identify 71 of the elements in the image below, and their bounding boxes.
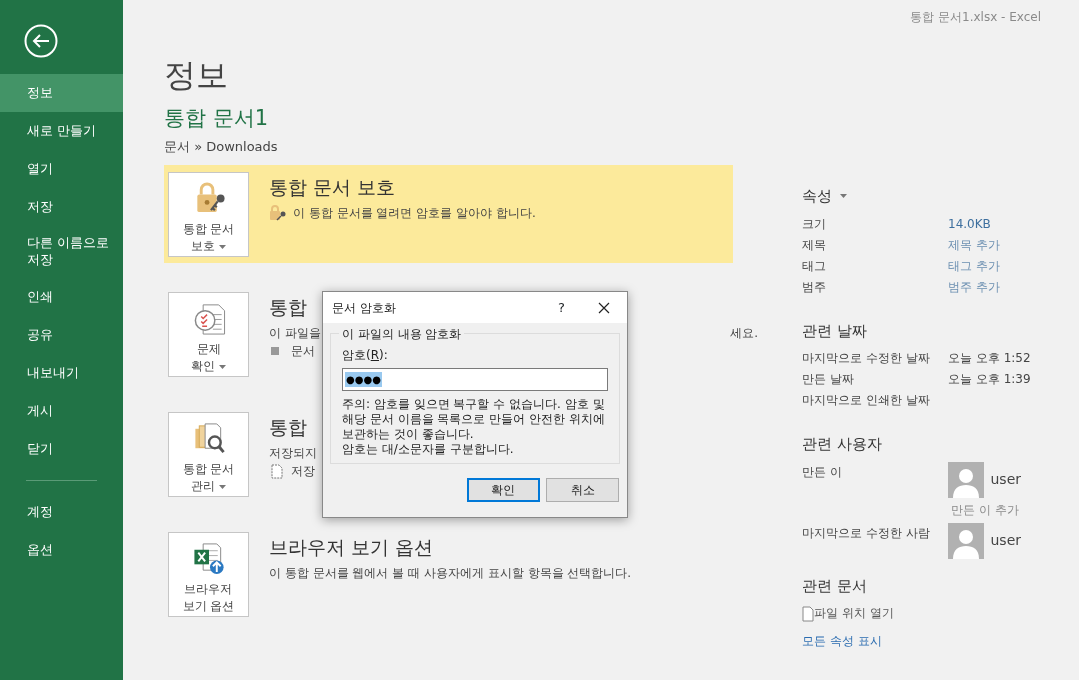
sidebar-item[interactable]: 게시 [0,392,123,430]
window-title: 통합 문서1.xlsx - Excel [910,9,1041,26]
property-label: 크기 [802,215,827,233]
property-label: 태그 [802,257,827,275]
ok-button[interactable]: 확인 [466,478,540,502]
password-field[interactable]: ●●●● [342,368,608,391]
section-description: 이 파일을 [269,324,321,342]
back-button[interactable] [24,24,58,58]
open-file-location-link[interactable]: 파일 위치 열기 [814,603,894,624]
section-description: 저장 [291,462,315,480]
section-button[interactable]: 문제 확인 [168,292,249,378]
sidebar-item[interactable]: 닫기 [0,430,123,468]
user-name: user [990,531,1022,550]
section-title: 브라우저 보기 옵션 [269,536,434,559]
section-title: 통합 [269,296,307,319]
lock-key-icon [269,204,287,221]
user-name: user [990,470,1022,489]
warning-text: 주의: 암호를 잊으면 복구할 수 없습니다. 암호 및 해당 문서 이름을 목록으로 만들어 안전한 위치에 보관하는 것이 좋습니다. [342,397,606,442]
property-input[interactable]: 제목 추가 [948,234,1000,256]
password-label: 암호(R): [342,347,389,364]
page-heading: 정보 [164,56,229,95]
person-label: 마지막으로 수정한 사람 [802,524,931,542]
date-label: 만든 날짜 [802,371,855,388]
sidebar-item[interactable]: 저장 [0,188,123,226]
section-description: 문서 [291,342,315,360]
help-button[interactable]: ? [558,297,565,318]
cancel-button[interactable]: 취소 [546,478,619,502]
property-label: 범주 [802,278,827,296]
date-value: 오늘 오후 1:52 [948,350,1031,367]
avatar-icon [948,522,984,559]
section-description: 이 통합 문서를 열려면 암호를 알아야 합니다. [293,204,536,222]
section-heading: 관련 날짜 [802,320,867,342]
section-heading: 관련 문서 [802,575,867,597]
section-description: 이 통합 문서를 웹에서 볼 때 사용자에게 표시할 항목을 선택합니다. [269,564,632,582]
dialog-title: 문서 암호화 [332,299,396,317]
section-button[interactable]: 통합 문서 보호 [168,172,249,258]
add-author-field[interactable]: 만든 이 추가 [951,499,1022,521]
close-button[interactable] [598,301,610,314]
date-label: 마지막으로 인쇄한 날짜 [802,392,931,409]
section-heading: 관련 사용자 [802,434,882,455]
show-all-properties-link[interactable]: 모든 속성 표시 [802,632,882,650]
document-path: 문서 » Downloads [164,137,279,156]
section-description: 저장되지 [269,444,317,462]
property-input[interactable]: 태그 추가 [948,255,1000,277]
sidebar-item[interactable]: 열기 [0,150,123,188]
section-button[interactable]: 통합 문서 관리 [168,412,249,498]
property-value: 14.0KB [948,215,991,233]
sidebar-item[interactable]: 다른 이름으로 저장 [0,226,123,278]
document-icon [802,605,814,622]
sidebar-item[interactable]: 내보내기 [0,354,123,392]
sidebar-item[interactable]: 옵션 [0,531,123,569]
sidebar-item[interactable]: 새로 만들기 [0,112,123,150]
section-title: 통합 [269,416,307,439]
caret-icon [840,194,847,199]
sidebar-item[interactable]: 인쇄 [0,278,123,316]
person-label: 만든 이 [802,463,843,481]
document-icon [269,462,285,479]
section-title: 통합 문서 보호 [269,176,396,199]
sidebar-item[interactable]: 정보 [0,74,123,112]
avatar-icon [948,461,984,498]
section-button[interactable]: 브라우저 보기 옵션 [168,532,249,618]
property-label: 제목 [802,236,827,254]
date-label: 마지막으로 수정한 날짜 [802,350,931,367]
sidebar-item[interactable]: 계정 [0,493,123,531]
date-value: 오늘 오후 1:39 [948,371,1031,388]
section-heading: 속성 [802,186,832,207]
sidebar-item[interactable]: 공유 [0,316,123,354]
section-description: 세요. [730,324,758,342]
document-name: 통합 문서1 [164,106,270,132]
property-input[interactable]: 범주 추가 [948,276,1000,298]
warning-text: 암호는 대/소문자를 구분합니다. [342,442,515,457]
